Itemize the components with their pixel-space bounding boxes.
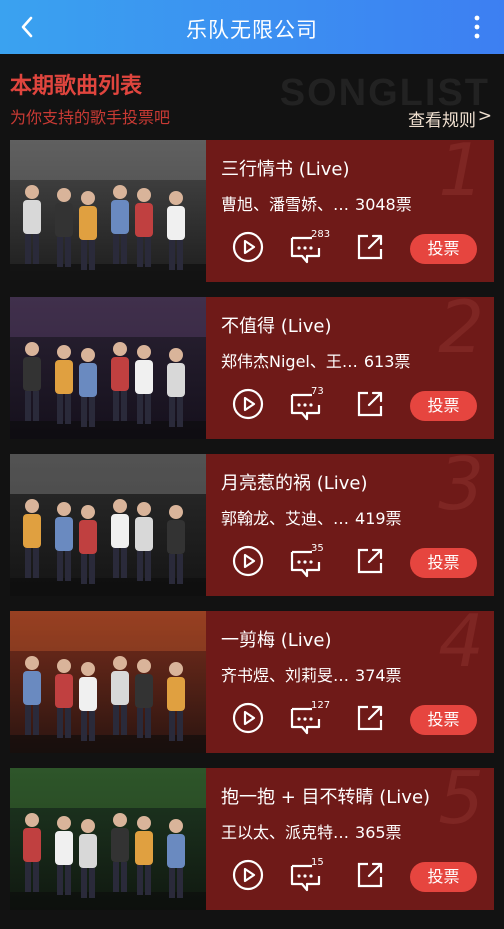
more-icon[interactable] <box>472 13 482 41</box>
comment-count: 73 <box>311 386 324 397</box>
vote-count: 374票 <box>355 666 402 685</box>
song-meta: 齐书煜、刘莉旻… 374票 <box>221 662 402 686</box>
song-cover-image[interactable] <box>10 454 206 596</box>
song-cover-image[interactable] <box>10 297 206 439</box>
song-meta: 曹旭、潘雪娇、… 3048票 <box>221 191 412 215</box>
play-icon[interactable] <box>232 702 264 734</box>
share-icon[interactable] <box>355 232 385 262</box>
rank-number: 1 <box>438 128 484 212</box>
play-icon[interactable] <box>232 388 264 420</box>
song-artists: 郭翰龙、艾迪、… <box>221 509 350 528</box>
play-icon[interactable] <box>232 545 264 577</box>
song-title[interactable]: 一剪梅 (Live) <box>221 626 332 652</box>
share-icon[interactable] <box>355 546 385 576</box>
vote-button[interactable]: 投票 <box>410 234 477 264</box>
vote-button[interactable]: 投票 <box>410 391 477 421</box>
comment-count: 35 <box>311 543 324 554</box>
play-icon[interactable] <box>232 859 264 891</box>
play-icon[interactable] <box>232 231 264 263</box>
chevron-right-icon[interactable]: > <box>478 106 492 126</box>
nav-bar: 乐队无限公司 <box>0 0 504 54</box>
song-card[interactable]: 3 月亮惹的祸 (Live) 郭翰龙、艾迪、… 419票 35 投票 <box>10 448 494 596</box>
rank-number: 3 <box>438 442 484 526</box>
song-card[interactable]: 2 不值得 (Live) 郑伟杰Nigel、王… 613票 73 投票 <box>10 291 494 439</box>
song-meta: 郭翰龙、艾迪、… 419票 <box>221 505 402 529</box>
comment-count: 15 <box>311 857 324 868</box>
songlist-header: SONGLIST 本期歌曲列表 为你支持的歌手投票吧 查看规则 > <box>0 54 504 138</box>
song-artists: 王以太、派克特… <box>221 823 350 842</box>
song-artists: 曹旭、潘雪娇、… <box>221 195 350 214</box>
section-title: 本期歌曲列表 <box>10 74 143 99</box>
song-meta: 王以太、派克特… 365票 <box>221 819 402 843</box>
vote-count: 365票 <box>355 823 402 842</box>
share-icon[interactable] <box>355 389 385 419</box>
song-cover-image[interactable] <box>10 768 206 910</box>
song-title[interactable]: 三行情书 (Live) <box>221 155 350 181</box>
song-title[interactable]: 不值得 (Live) <box>221 312 332 338</box>
vote-count: 419票 <box>355 509 402 528</box>
vote-button[interactable]: 投票 <box>410 548 477 578</box>
song-list: 1 三行情书 (Live) 曹旭、潘雪娇、… 3048票 283 投票 2 不值… <box>10 134 494 925</box>
page-title: 乐队无限公司 <box>186 18 318 42</box>
vote-button[interactable]: 投票 <box>410 705 477 735</box>
rank-number: 5 <box>438 756 484 840</box>
song-cover-image[interactable] <box>10 140 206 282</box>
song-title[interactable]: 月亮惹的祸 (Live) <box>221 469 368 495</box>
song-artists: 郑伟杰Nigel、王… <box>221 352 358 371</box>
section-subtitle: 为你支持的歌手投票吧 <box>10 108 171 127</box>
vote-count: 613票 <box>363 352 411 371</box>
share-icon[interactable] <box>355 703 385 733</box>
rank-number: 2 <box>438 285 484 369</box>
song-meta: 郑伟杰Nigel、王… 613票 <box>221 348 410 372</box>
song-card[interactable]: 4 一剪梅 (Live) 齐书煜、刘莉旻… 374票 127 投票 <box>10 605 494 753</box>
song-card[interactable]: 5 抱一抱 + 目不转睛 (Live) 王以太、派克特… 365票 15 投票 <box>10 762 494 910</box>
vote-count: 3048票 <box>355 195 412 214</box>
share-icon[interactable] <box>355 860 385 890</box>
song-title[interactable]: 抱一抱 + 目不转睛 (Live) <box>221 783 430 809</box>
rank-number: 4 <box>438 599 484 683</box>
comment-count: 127 <box>311 700 331 711</box>
comment-count: 283 <box>311 229 331 240</box>
song-card[interactable]: 1 三行情书 (Live) 曹旭、潘雪娇、… 3048票 283 投票 <box>10 134 494 282</box>
song-artists: 齐书煜、刘莉旻… <box>221 666 350 685</box>
song-cover-image[interactable] <box>10 611 206 753</box>
vote-button[interactable]: 投票 <box>410 862 477 892</box>
